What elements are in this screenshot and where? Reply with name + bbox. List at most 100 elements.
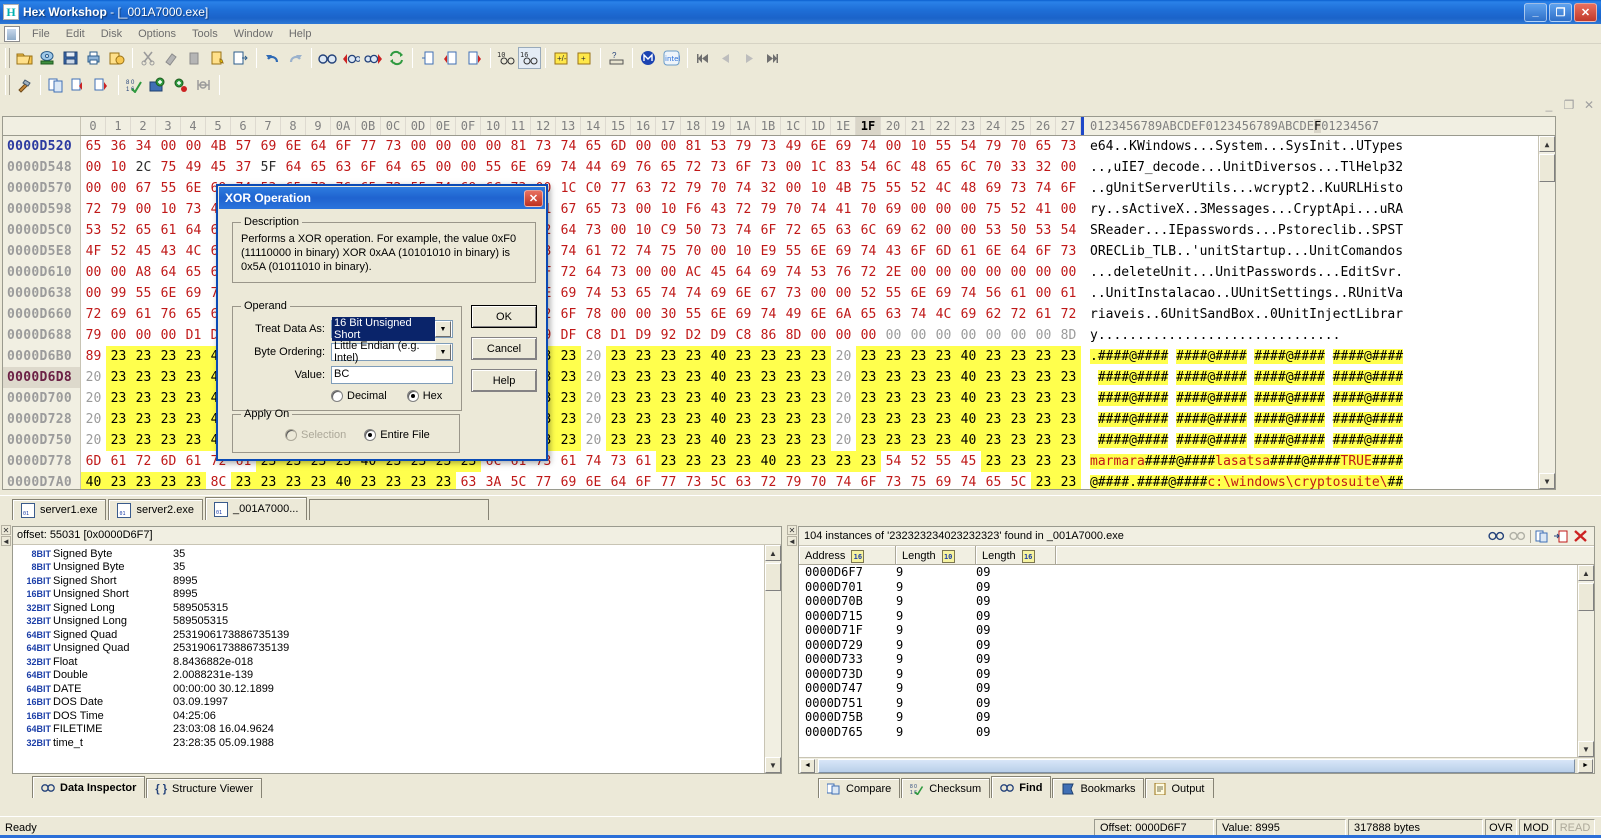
hex-byte[interactable]: 48: [906, 157, 931, 178]
hex-row[interactable]: 0000D5E84F5245434C69625F544C42000027756E…: [3, 241, 1403, 262]
hex-byte[interactable]: 20: [581, 409, 606, 430]
hex-byte[interactable]: 75: [906, 472, 931, 489]
hex-byte[interactable]: 64: [1006, 241, 1031, 262]
hex-byte[interactable]: 50: [1006, 220, 1031, 241]
hex-byte[interactable]: 23: [606, 367, 631, 388]
radio-hex[interactable]: Hex: [406, 390, 442, 402]
hex-byte[interactable]: 00: [906, 325, 931, 346]
hex-byte[interactable]: 00: [781, 157, 806, 178]
hex-byte[interactable]: 45: [956, 451, 981, 472]
byte-column-header[interactable]: 15: [606, 117, 631, 135]
hex-byte[interactable]: 72: [81, 304, 106, 325]
hex-byte[interactable]: 73: [1056, 136, 1081, 157]
document-tab-001a7000[interactable]: _001A7000...: [204, 497, 308, 520]
hex-byte[interactable]: 73: [1006, 178, 1031, 199]
hex-byte[interactable]: 64: [581, 262, 606, 283]
hex-row-ascii[interactable]: riaveis..6UnitSandBox..0UnitInjectLibrar: [1084, 304, 1403, 325]
table-row[interactable]: 0000D715 9 09: [799, 609, 1577, 624]
hex-byte[interactable]: 6F: [356, 157, 381, 178]
hex-byte[interactable]: 00: [781, 178, 806, 199]
hex-byte[interactable]: 63: [831, 220, 856, 241]
hex-byte[interactable]: 10: [106, 157, 131, 178]
hex-byte[interactable]: 23: [1006, 367, 1031, 388]
hex-row-bytes[interactable]: 65 36 34 00 00 4B 57 69 6E 64 6F 77 73 00 00 00 00 81 73 74…: [81, 136, 1081, 157]
hex-byte[interactable]: 62: [906, 220, 931, 241]
hex-byte[interactable]: 77: [606, 178, 631, 199]
hex-byte[interactable]: 53: [706, 136, 731, 157]
hex-row-ascii[interactable]: ####@#### ####@#### ####@#### ####@####: [1084, 430, 1404, 451]
hex-byte[interactable]: 4B: [206, 136, 231, 157]
hex-byte[interactable]: 8C: [206, 472, 231, 489]
hex-byte[interactable]: 62: [981, 304, 1006, 325]
hex-byte[interactable]: 23: [681, 367, 706, 388]
hex-byte[interactable]: 23: [931, 409, 956, 430]
tab-find[interactable]: Find: [991, 776, 1052, 798]
hex-byte[interactable]: 37: [231, 157, 256, 178]
hex-byte[interactable]: 70: [781, 199, 806, 220]
hscroll-thumb[interactable]: [818, 758, 1575, 773]
hex-row[interactable]: 0000D548 00 10 2C 75 49 45 37 5F 64 65 63 6F 64 65 00 00…: [3, 157, 1403, 178]
hex-byte[interactable]: 20: [831, 430, 856, 451]
hex-byte[interactable]: 23: [1056, 388, 1081, 409]
hex-byte[interactable]: 23: [156, 388, 181, 409]
hex-byte[interactable]: 20: [831, 409, 856, 430]
hex-byte[interactable]: 23: [731, 451, 756, 472]
byte-column-header[interactable]: 1C: [781, 117, 806, 135]
hex-byte[interactable]: 6F: [1056, 178, 1081, 199]
hex-byte[interactable]: 00: [406, 136, 431, 157]
hex-byte[interactable]: 10: [806, 178, 831, 199]
hex-row[interactable]: 0000D6380099556E6974496E7374616C6163616F…: [3, 283, 1403, 304]
hex-byte[interactable]: 00: [631, 199, 656, 220]
hex-byte[interactable]: 00: [131, 325, 156, 346]
hex-byte[interactable]: 00: [806, 325, 831, 346]
hex-row-bytes[interactable]: 00 10 2C 75 49 45 37 5F 64 65 63 6F 64 65 00 00 55 6E 69 74…: [81, 157, 1081, 178]
hex-byte[interactable]: 20: [81, 367, 106, 388]
hex-byte[interactable]: 41: [831, 199, 856, 220]
hex-byte[interactable]: 6F: [556, 304, 581, 325]
hex-byte[interactable]: 23: [131, 409, 156, 430]
hex-byte[interactable]: 23: [631, 367, 656, 388]
hex-byte[interactable]: 72: [656, 178, 681, 199]
table-row[interactable]: 0000D75B 9 09: [799, 710, 1577, 725]
hex-row-ascii[interactable]: SReader...IEpasswords...Pstoreclib..SPST: [1084, 220, 1403, 241]
hex-byte[interactable]: 00: [656, 136, 681, 157]
hex-byte[interactable]: 89: [81, 346, 106, 367]
menu-window[interactable]: Window: [226, 26, 281, 42]
base-16-icon[interactable]: 16: [518, 46, 541, 69]
chevron-down-icon[interactable]: ▼: [435, 321, 451, 337]
hex-byte[interactable]: 40: [706, 346, 731, 367]
hex-byte[interactable]: 55: [131, 283, 156, 304]
hex-byte[interactable]: 00: [631, 136, 656, 157]
hex-byte[interactable]: 67: [756, 283, 781, 304]
hex-byte[interactable]: 23: [906, 430, 931, 451]
hex-byte[interactable]: 23: [856, 367, 881, 388]
hex-byte[interactable]: 23: [131, 367, 156, 388]
menu-help[interactable]: Help: [281, 26, 320, 42]
byte-column-header[interactable]: 1A: [731, 117, 756, 135]
hex-row-bytes[interactable]: 40 23 23 23 23 8C 23 23 23 23 40 23 23 23 23 63 3A 5C 77 69…: [81, 472, 1081, 489]
hex-byte[interactable]: D2: [681, 325, 706, 346]
bookmark-icon[interactable]: +: [573, 47, 596, 69]
hex-byte[interactable]: 23: [806, 388, 831, 409]
hex-byte[interactable]: 3A: [481, 472, 506, 489]
hex-byte[interactable]: 40: [706, 409, 731, 430]
hex-byte[interactable]: 6E: [806, 136, 831, 157]
hex-row[interactable]: 0000D7A0 40 23 23 23 23 8C 23 23 23 23 40 23 23 23 23 63…: [3, 472, 1404, 489]
hex-byte[interactable]: 52: [106, 220, 131, 241]
hex-byte[interactable]: 00: [906, 199, 931, 220]
hex-byte[interactable]: 23: [781, 409, 806, 430]
hex-byte[interactable]: 4B: [831, 178, 856, 199]
hex-byte[interactable]: 23: [1056, 367, 1081, 388]
add-book-icon[interactable]: [146, 74, 169, 96]
hex-byte[interactable]: 23: [931, 388, 956, 409]
hammer-icon[interactable]: [13, 74, 36, 96]
hex-byte[interactable]: 75: [656, 241, 681, 262]
table-row[interactable]: 0000D751 9 09: [799, 696, 1577, 711]
hex-byte[interactable]: 40: [756, 451, 781, 472]
hex-byte[interactable]: 52: [856, 283, 881, 304]
hex-byte[interactable]: 72: [1006, 304, 1031, 325]
hex-byte[interactable]: 23: [556, 388, 581, 409]
hex-byte[interactable]: C9: [656, 220, 681, 241]
hex-byte[interactable]: 63: [631, 178, 656, 199]
hex-byte[interactable]: 23: [756, 346, 781, 367]
